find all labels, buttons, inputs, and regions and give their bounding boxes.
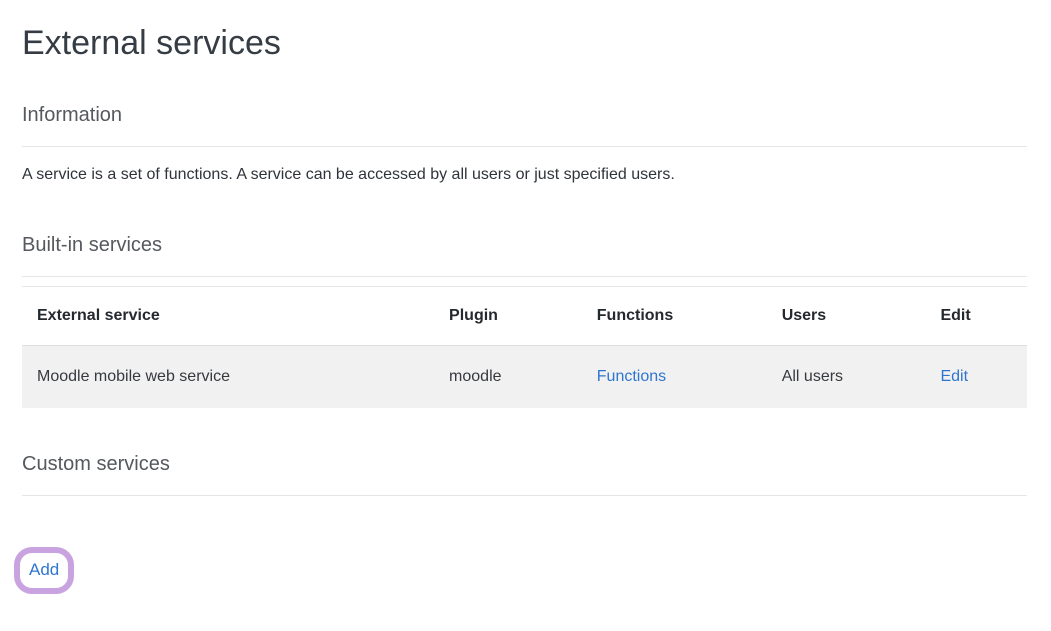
section-heading-custom-services: Custom services xyxy=(22,452,1027,476)
section-heading-builtin-services: Built-in services xyxy=(22,233,1027,257)
column-header-external-service: External service xyxy=(22,286,434,345)
section-divider xyxy=(22,276,1027,277)
external-services-page: External services Information A service … xyxy=(0,22,1051,631)
column-header-functions: Functions xyxy=(582,286,767,345)
table-row: Moodle mobile web service moodle Functio… xyxy=(22,345,1027,408)
section-divider xyxy=(22,146,1027,147)
cell-edit: Edit xyxy=(925,345,1027,408)
section-divider xyxy=(22,495,1027,496)
builtin-services-table: External service Plugin Functions Users … xyxy=(22,286,1027,408)
add-link-highlight-annotation: Add xyxy=(14,547,74,594)
column-header-plugin: Plugin xyxy=(434,286,582,345)
column-header-edit: Edit xyxy=(925,286,1027,345)
page-title: External services xyxy=(22,22,1027,65)
cell-plugin: moodle xyxy=(434,345,582,408)
edit-link[interactable]: Edit xyxy=(940,368,968,385)
column-header-users: Users xyxy=(767,286,926,345)
functions-link[interactable]: Functions xyxy=(597,368,666,385)
table-header-row: External service Plugin Functions Users … xyxy=(22,286,1027,345)
cell-users: All users xyxy=(767,345,926,408)
cell-service-name: Moodle mobile web service xyxy=(22,345,434,408)
section-heading-information: Information xyxy=(22,103,1027,127)
information-text: A service is a set of functions. A servi… xyxy=(22,165,1027,184)
cell-functions: Functions xyxy=(582,345,767,408)
add-service-link[interactable]: Add xyxy=(29,560,59,579)
